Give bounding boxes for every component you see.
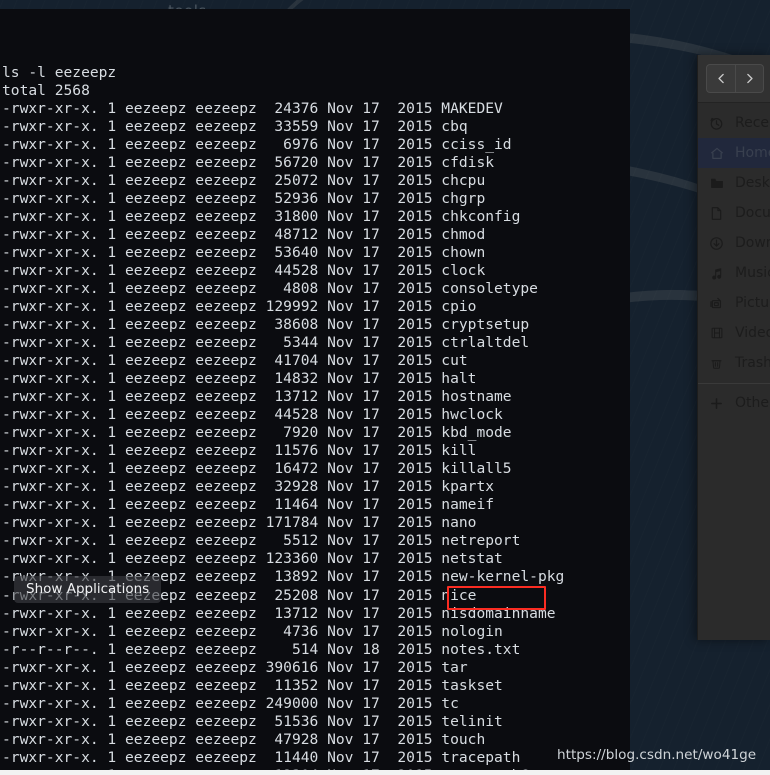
sidebar-item-label: Recent xyxy=(735,115,770,131)
trash-icon xyxy=(707,354,726,373)
video-icon xyxy=(707,324,726,343)
home-icon xyxy=(707,144,726,163)
terminal-file-row: -rwxr-xr-x. 1 eezeepz eezeepz 6976 Nov 1… xyxy=(2,136,512,154)
sidebar-item-other-locations[interactable]: Other Locations xyxy=(698,388,770,418)
download-icon xyxy=(707,234,726,253)
terminal-file-row: -rwxr-xr-x. 1 eezeepz eezeepz 16472 Nov … xyxy=(2,460,512,478)
files-header-bar xyxy=(698,55,770,103)
forward-icon[interactable] xyxy=(735,65,763,92)
sidebar-item-downloads[interactable]: Downloads xyxy=(698,228,770,258)
document-icon xyxy=(707,204,726,223)
show-applications-tooltip: Show Applications xyxy=(14,576,162,604)
terminal-file-row: -rwxr-xr-x. 1 eezeepz eezeepz 53640 Nov … xyxy=(2,244,486,262)
terminal-file-row: -rwxr-xr-x. 1 eezeepz eezeepz 249000 Nov… xyxy=(2,694,459,712)
terminal-file-row: -rwxr-xr-x. 1 eezeepz eezeepz 129992 Nov… xyxy=(2,298,477,316)
sidebar-item-label: Videos xyxy=(735,325,770,341)
sidebar-item-recent[interactable]: Recent xyxy=(698,108,770,138)
terminal-file-row: -rwxr-xr-x. 1 eezeepz eezeepz 14832 Nov … xyxy=(2,370,477,388)
sidebar-item-videos[interactable]: Videos xyxy=(698,318,770,348)
terminal-file-row: -rwxr-xr-x. 1 eezeepz eezeepz 11464 Nov … xyxy=(2,496,495,514)
sidebar-item-label: Desktop xyxy=(735,175,770,191)
screen-bottom-edge xyxy=(0,770,770,775)
terminal-file-row: -rwxr-xr-x. 1 eezeepz eezeepz 171784 Nov… xyxy=(2,514,477,532)
csdn-watermark: https://blog.csdn.net/wo41ge xyxy=(557,747,757,763)
terminal-file-row: -rwxr-xr-x. 1 eezeepz eezeepz 33559 Nov … xyxy=(2,118,468,136)
terminal-file-row: -rwxr-xr-x. 1 eezeepz eezeepz 24376 Nov … xyxy=(2,100,503,118)
terminal-file-row: -rwxr-xr-x. 1 eezeepz eezeepz 5512 Nov 1… xyxy=(2,532,521,550)
terminal-file-row: -rwxr-xr-x. 1 eezeepz eezeepz 390616 Nov… xyxy=(2,658,468,676)
terminal-file-row: -rwxr-xr-x. 1 eezeepz eezeepz 4808 Nov 1… xyxy=(2,280,538,298)
sidebar-item-label: Pictures xyxy=(735,295,770,311)
back-icon[interactable] xyxy=(707,65,735,92)
terminal-file-row: -rwxr-xr-x. 1 eezeepz eezeepz 25072 Nov … xyxy=(2,172,486,190)
terminal-file-row: -rwxr-xr-x. 1 eezeepz eezeepz 38608 Nov … xyxy=(2,316,530,334)
terminal-file-row: -rwxr-xr-x. 1 eezeepz eezeepz 13712 Nov … xyxy=(2,388,512,406)
sidebar-item-label: Home xyxy=(735,145,770,161)
sidebar-item-pictures[interactable]: Pictures xyxy=(698,288,770,318)
files-sidebar-panel[interactable]: Recent Home Desktop Documents Downloads Music… xyxy=(697,55,770,640)
terminal-file-row: -rwxr-xr-x. 1 eezeepz eezeepz 44528 Nov … xyxy=(2,406,503,424)
plus-icon xyxy=(707,394,726,413)
sidebar-item-label: Downloads xyxy=(735,235,770,251)
terminal-file-row: -rwxr-xr-x. 1 eezeepz eezeepz 56720 Nov … xyxy=(2,154,495,172)
navigation-button-group xyxy=(706,64,764,93)
terminal-command-line: ls -l eezeepz xyxy=(2,64,117,82)
music-icon xyxy=(707,264,726,283)
folder-icon xyxy=(707,174,726,193)
sidebar-item-documents[interactable]: Documents xyxy=(698,198,770,228)
terminal-file-row: -rwxr-xr-x. 1 eezeepz eezeepz 48712 Nov … xyxy=(2,226,486,244)
terminal-total-line: total 2568 xyxy=(2,82,90,100)
terminal-file-row: -rwxr-xr-x. 1 eezeepz eezeepz 7920 Nov 1… xyxy=(2,424,512,442)
sidebar-item-music[interactable]: Music xyxy=(698,258,770,288)
terminal-file-row: -rwxr-xr-x. 1 eezeepz eezeepz 32928 Nov … xyxy=(2,478,495,496)
terminal-file-row: -rwxr-xr-x. 1 eezeepz eezeepz 123360 Nov… xyxy=(2,550,503,568)
terminal-output: ls -l eezeepz total 2568 -rwxr-xr-x. 1 eez… xyxy=(2,63,630,770)
terminal-file-row: -rwxr-xr-x. 1 eezeepz eezeepz 4736 Nov 1… xyxy=(2,622,503,640)
sidebar-item-home[interactable]: Home xyxy=(698,138,770,168)
sidebar-item-trash[interactable]: Trash xyxy=(698,348,770,378)
terminal-window[interactable]: ls -l eezeepz total 2568 -rwxr-xr-x. 1 eez… xyxy=(0,9,630,770)
terminal-file-row: -rwxr-xr-x. 1 eezeepz eezeepz 31800 Nov … xyxy=(2,208,521,226)
terminal-file-row: -rwxr-xr-x. 1 eezeepz eezeepz 11440 Nov … xyxy=(2,748,521,766)
terminal-file-row: -rwxr-xr-x. 1 eezeepz eezeepz 52936 Nov … xyxy=(2,190,486,208)
terminal-file-row: -rwxr-xr-x. 1 eezeepz eezeepz 11352 Nov … xyxy=(2,676,503,694)
terminal-file-row: -rwxr-xr-x. 1 eezeepz eezeepz 47928 Nov … xyxy=(2,730,486,748)
terminal-file-row: -rwxr-xr-x. 1 eezeepz eezeepz 41704 Nov … xyxy=(2,352,468,370)
sidebar-item-label: Documents xyxy=(735,205,770,221)
picture-icon xyxy=(707,294,726,313)
sidebar-item-label: Music xyxy=(735,265,770,281)
terminal-file-row: -rwxr-xr-x. 1 eezeepz eezeepz 5344 Nov 1… xyxy=(2,334,530,352)
terminal-file-row: -rwxr-xr-x. 1 eezeepz eezeepz 44528 Nov … xyxy=(2,262,486,280)
clock-icon xyxy=(707,114,726,133)
terminal-file-row: -rwxr-xr-x. 1 eezeepz eezeepz 13712 Nov … xyxy=(2,604,556,622)
places-list: Recent Home Desktop Documents Downloads Music… xyxy=(698,103,770,418)
terminal-file-row: -rwxr-xr-x. 1 eezeepz eezeepz 51536 Nov … xyxy=(2,712,503,730)
terminal-file-row: -rwxr-xr-x. 1 eezeepz eezeepz 11576 Nov … xyxy=(2,442,477,460)
terminal-file-row: -r--r--r--. 1 eezeepz eezeepz 514 Nov 18… xyxy=(2,640,521,658)
sidebar-item-label: Trash xyxy=(735,355,770,371)
sidebar-item-label: Other Locations xyxy=(735,395,770,411)
sidebar-divider xyxy=(698,383,770,384)
sidebar-item-desktop[interactable]: Desktop xyxy=(698,168,770,198)
